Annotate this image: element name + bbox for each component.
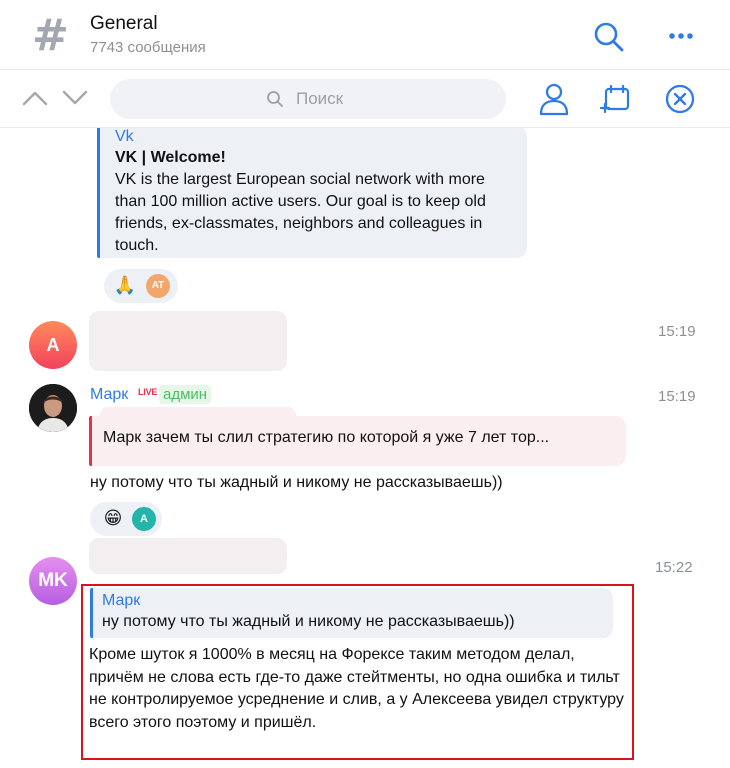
link-preview[interactable]: Vk VK | Welcome! VK is the largest Europ… bbox=[97, 128, 527, 258]
message-time: 15:19 bbox=[658, 323, 696, 340]
chevron-down-icon[interactable] bbox=[62, 88, 88, 108]
avatar[interactable]: A bbox=[29, 321, 77, 369]
chat-header: # General 7743 сообщения bbox=[0, 0, 730, 70]
reaction-bar[interactable]: 😁 A bbox=[90, 502, 162, 536]
reactor-avatar: AT bbox=[146, 274, 170, 298]
reaction-emoji[interactable]: 🙏 bbox=[113, 274, 137, 298]
reply-text: ну потому что ты жадный и никому не расс… bbox=[102, 613, 515, 630]
calendar-icon[interactable] bbox=[600, 84, 632, 114]
link-preview-title: VK | Welcome! bbox=[115, 149, 226, 166]
message-text: Кроме шуток я 1000% в месяц на Форексе т… bbox=[89, 646, 624, 731]
blurred-message bbox=[89, 538, 287, 574]
sender-name[interactable]: Марк bbox=[90, 386, 128, 404]
search-field-icon bbox=[267, 91, 283, 107]
hash-icon: # bbox=[32, 10, 69, 61]
more-icon[interactable] bbox=[664, 22, 698, 50]
admin-badge: админ bbox=[159, 385, 212, 404]
reply-quote[interactable]: Марк ну потому что ты жадный и никому не… bbox=[90, 588, 613, 638]
reactor-avatar: A bbox=[132, 507, 156, 531]
blurred-message bbox=[89, 311, 287, 371]
message-count: 7743 сообщения bbox=[90, 39, 206, 56]
search-icon[interactable] bbox=[592, 20, 626, 54]
message-text: ну потому что ты жадный и никому не расс… bbox=[90, 474, 503, 491]
search-toolbar: Поиск bbox=[0, 70, 730, 128]
search-placeholder: Поиск bbox=[296, 89, 344, 108]
reaction-bar[interactable]: 🙏 AT bbox=[104, 269, 178, 303]
message-time: 15:22 bbox=[655, 559, 693, 576]
close-icon[interactable] bbox=[664, 82, 696, 116]
link-preview-description: VK is the largest European social networ… bbox=[115, 171, 486, 254]
reaction-emoji[interactable]: 😁 bbox=[101, 507, 125, 531]
avatar[interactable]: MK bbox=[29, 557, 77, 605]
avatar[interactable] bbox=[29, 384, 77, 432]
reply-quote[interactable]: Марк зачем ты слил стратегию по которой … bbox=[89, 416, 626, 466]
chevron-up-icon[interactable] bbox=[22, 88, 48, 108]
live-badge: LIVE bbox=[138, 387, 158, 397]
link-preview-site: Vk bbox=[115, 128, 134, 145]
search-input[interactable]: Поиск bbox=[110, 79, 506, 119]
message-time: 15:19 bbox=[658, 388, 696, 405]
user-icon[interactable] bbox=[538, 82, 570, 116]
reply-author: Марк bbox=[102, 592, 141, 609]
avatar-photo bbox=[29, 384, 77, 432]
channel-title: General bbox=[90, 13, 158, 34]
message-list[interactable]: Vk VK | Welcome! VK is the largest Europ… bbox=[0, 128, 730, 768]
